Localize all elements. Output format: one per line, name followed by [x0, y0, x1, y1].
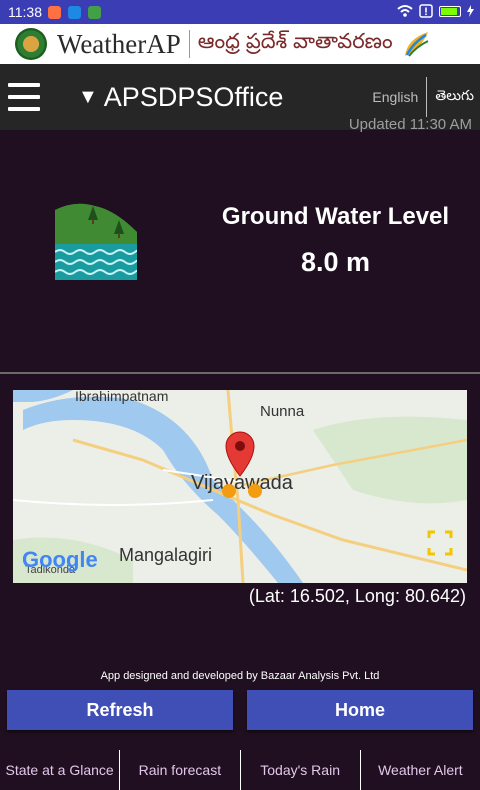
- wifi-icon: [397, 5, 413, 17]
- refresh-button[interactable]: Refresh: [7, 690, 233, 730]
- metric-title: Ground Water Level: [221, 203, 450, 230]
- charging-icon: [467, 5, 474, 17]
- map-label-mangalagiri: Mangalagiri: [119, 545, 213, 565]
- map-label-nunna: Nunna: [260, 403, 305, 420]
- nearby-markers: [222, 484, 262, 498]
- notification-android-icon: [88, 5, 101, 19]
- ground-water-icon: [55, 203, 137, 280]
- weather-leaf-logo-icon: [404, 32, 429, 57]
- updated-time: Updated 11:30 AM: [348, 116, 472, 133]
- developer-credit: App designed and developed by Bazaar Ana…: [100, 670, 380, 682]
- bottom-navigation: State at a Glance Rain forecast Today's …: [0, 750, 480, 790]
- google-logo: Google: [22, 547, 98, 572]
- brand-divider: [188, 30, 190, 58]
- language-switcher: English తెలుగు: [372, 76, 474, 118]
- fullscreen-icon[interactable]: [427, 530, 453, 556]
- section-divider: [0, 372, 480, 374]
- metric-value: 8.0 m: [300, 247, 371, 277]
- ap-government-seal-icon: [15, 28, 47, 60]
- language-telugu-button[interactable]: తెలుగు: [427, 87, 474, 107]
- dropdown-triangle-icon: ▼: [78, 85, 98, 108]
- home-button[interactable]: Home: [247, 690, 473, 730]
- language-english-button[interactable]: English: [372, 77, 428, 117]
- battery-icon: [439, 5, 461, 17]
- nav-rain-forecast[interactable]: Rain forecast: [120, 750, 241, 790]
- map-label-ibrahimpatnam: Ibrahimpatnam: [75, 390, 169, 404]
- nav-state-at-a-glance[interactable]: State at a Glance: [0, 750, 121, 790]
- status-time: 11:38: [8, 4, 42, 20]
- alert-icon: [419, 4, 433, 18]
- notification-app-icon: [48, 5, 61, 19]
- location-pin-icon: [225, 431, 255, 477]
- nav-todays-rain[interactable]: Today's Rain: [241, 750, 361, 790]
- status-bar: 11:38: [0, 0, 480, 24]
- status-indicators: [397, 4, 474, 18]
- notification-zapya-icon: [68, 5, 81, 19]
- menu-icon[interactable]: [8, 83, 40, 111]
- app-name-telugu: ఆంధ్ర ప్రదేశ్ వాతావరణం: [197, 29, 393, 53]
- office-selector[interactable]: ▼ APSDPSOffice: [78, 82, 283, 113]
- location-map[interactable]: Ibrahimpatnam Nunna Vijayawada Mangalagi…: [13, 390, 467, 583]
- brand-header: WeatherAP ఆంధ్ర ప్రదేశ్ వాతావరణం: [0, 24, 480, 64]
- app-name: WeatherAP: [57, 28, 181, 59]
- nav-weather-alert[interactable]: Weather Alert: [361, 750, 480, 790]
- coordinates-text: (Lat: 16.502, Long: 80.642): [248, 586, 466, 606]
- office-name: APSDPSOffice: [103, 81, 284, 112]
